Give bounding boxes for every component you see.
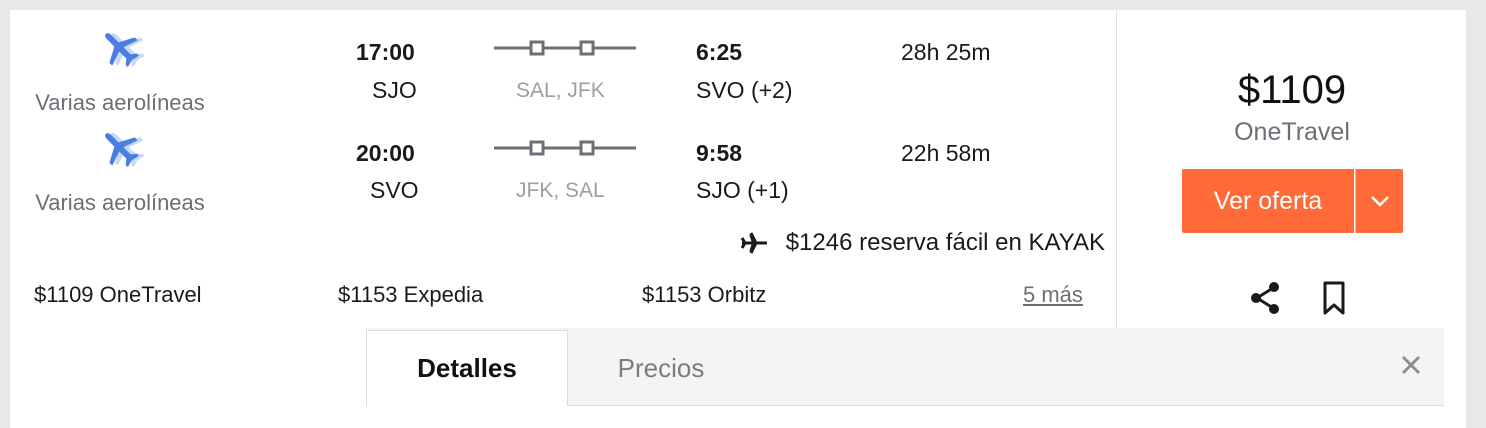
return-duration: 22h 58m xyxy=(901,140,991,166)
provider-price: $1153 xyxy=(642,282,702,307)
provider-price: $1153 xyxy=(338,282,398,307)
return-depart-airport: SVO xyxy=(370,177,419,203)
chevron-down-icon xyxy=(1370,196,1389,207)
airline-name: Varias aerolíneas xyxy=(35,90,205,115)
provider-price: $1109 xyxy=(34,282,94,307)
kayak-offer[interactable]: $1246 reserva fácil en KAYAK xyxy=(740,229,1105,257)
bookmark-icon[interactable] xyxy=(1319,280,1349,316)
outbound-arrive-time: 6:25 xyxy=(696,39,743,65)
more-providers-link[interactable]: 5 más xyxy=(1023,282,1083,308)
airline-name: Varias aerolíneas xyxy=(35,190,205,215)
return-depart-time: 20:00 xyxy=(356,140,415,166)
provider-link[interactable]: $1153 Orbitz xyxy=(642,282,766,308)
provider-link[interactable]: $1109 OneTravel xyxy=(34,282,202,308)
best-price-provider: OneTravel xyxy=(1234,118,1350,146)
provider-name: Expedia xyxy=(403,282,484,307)
kayak-offer-text: $1246 reserva fácil en KAYAK xyxy=(785,229,1105,256)
outbound-route-line xyxy=(494,40,636,56)
share-icon[interactable] xyxy=(1247,280,1283,316)
plane-icon xyxy=(105,33,144,68)
return-arrive-airport: SJO (+1) xyxy=(696,177,789,203)
outbound-depart-airport: SJO xyxy=(372,77,417,103)
outbound-arrive-airport: SVO (+2) xyxy=(696,77,793,103)
close-icon[interactable] xyxy=(1398,352,1424,378)
plane-icon xyxy=(105,133,144,168)
outbound-duration: 28h 25m xyxy=(901,39,991,65)
return-arrive-time: 9:58 xyxy=(696,140,743,166)
price-panel: $1109 OneTravel Ver oferta xyxy=(1116,10,1466,328)
deal-dropdown-button[interactable] xyxy=(1355,169,1403,233)
outbound-stops: SAL, JFK xyxy=(516,79,605,102)
provider-name: OneTravel xyxy=(99,282,202,307)
outbound-depart-time: 17:00 xyxy=(356,39,415,65)
best-price: $1109 xyxy=(1237,68,1347,112)
arrow-plane-icon xyxy=(740,232,767,254)
tab-detalles[interactable]: Detalles xyxy=(366,330,568,406)
provider-name: Orbitz xyxy=(707,282,767,307)
details-tabs: Detalles Precios xyxy=(366,328,1444,406)
view-deal-button[interactable]: Ver oferta xyxy=(1182,169,1354,233)
provider-link[interactable]: $1153 Expedia xyxy=(338,282,483,308)
return-route-line xyxy=(494,140,636,156)
tab-precios[interactable]: Precios xyxy=(568,330,754,406)
flight-result-card[interactable]: Varias aerolíneas 17:00 SJO SAL, JFK 6:2… xyxy=(10,10,1466,428)
return-stops: JFK, SAL xyxy=(516,179,605,202)
